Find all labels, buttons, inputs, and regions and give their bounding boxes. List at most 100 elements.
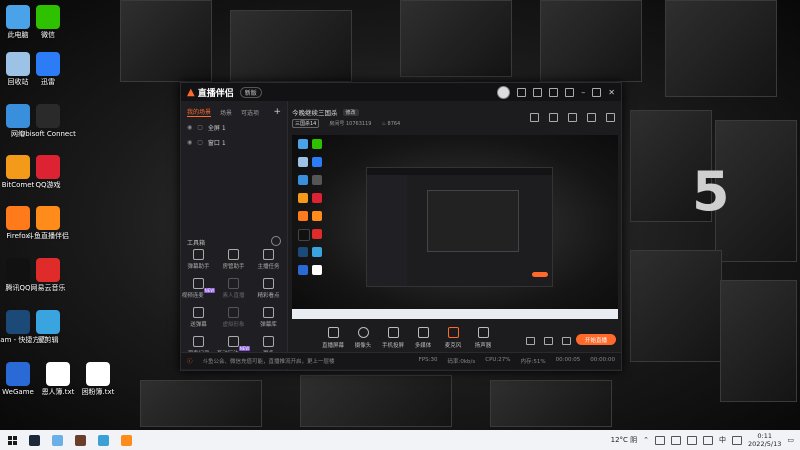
scene-panel: 我的场景 场景 可选项 + ◉ ▢ 全屏 1 ◉ ▢ 窗口 1 工具箱 弹幕助手… xyxy=(181,101,288,370)
desktop-icon[interactable]: 网易云音乐 xyxy=(18,258,78,293)
start-button[interactable] xyxy=(8,435,17,445)
camera-icon xyxy=(357,327,369,338)
speaker-icon xyxy=(477,327,489,338)
control-camera[interactable]: 摄像头 xyxy=(348,327,378,349)
eye-icon[interactable]: ◉ xyxy=(187,139,192,146)
tool-item[interactable]: 房管助手 xyxy=(216,249,251,270)
lock-icon[interactable]: ▢ xyxy=(197,124,203,131)
category-selector[interactable]: 三国杀14 xyxy=(292,119,320,128)
tool-item[interactable]: 视频连麦NEW xyxy=(181,278,216,299)
desktop-icon-label: 困粉簿.txt xyxy=(81,388,115,396)
app-taskbar-icon[interactable] xyxy=(98,434,109,446)
tool-item[interactable]: 弹幕助手 xyxy=(181,249,216,270)
wallpaper-cube xyxy=(140,380,262,427)
desktop-icon[interactable]: 爱剪辑 xyxy=(18,310,78,345)
stream-preview[interactable] xyxy=(292,135,618,319)
keyboard-icon[interactable] xyxy=(732,435,743,445)
gift-icon[interactable] xyxy=(549,113,558,122)
tool-item[interactable]: 虚拟形象 xyxy=(216,307,251,328)
preview-desktop-icon xyxy=(298,139,308,149)
game-taskbar-icon[interactable] xyxy=(75,434,86,446)
stats-icon[interactable] xyxy=(606,113,615,122)
version-badge[interactable]: 新版 xyxy=(239,86,262,98)
settings-icon[interactable] xyxy=(549,88,559,97)
douyu-taskbar-icon[interactable] xyxy=(121,434,132,446)
edit-room-button[interactable]: 修改 xyxy=(342,108,359,116)
start-live-button[interactable]: 开始直播 xyxy=(576,334,616,345)
qqgame-icon xyxy=(36,155,60,179)
desktop-icon[interactable]: 斗鱼直播伴侣 xyxy=(18,206,78,241)
minimize-icon[interactable]: – xyxy=(581,88,585,97)
preview-live-button xyxy=(532,272,548,277)
chevron-up-icon[interactable]: ⌃ xyxy=(643,436,649,444)
tool-label: 房管助手 xyxy=(222,264,245,270)
volume-icon[interactable] xyxy=(703,435,714,445)
title-bar: ▲ 直播伴侣 新版 – ✕ xyxy=(181,83,621,101)
wechat-icon xyxy=(36,5,60,29)
room-title[interactable]: 今晚继续三国杀 xyxy=(292,107,338,117)
avatar[interactable] xyxy=(497,86,511,99)
preview-desktop-icon xyxy=(298,175,308,185)
chat-icon[interactable] xyxy=(533,88,543,97)
netease-music-icon xyxy=(36,258,60,282)
record-icon[interactable] xyxy=(526,337,535,345)
tab-scene[interactable]: 场景 xyxy=(220,108,232,117)
share-icon[interactable] xyxy=(530,113,539,122)
desktop-icon[interactable]: QQ游戏 xyxy=(18,155,78,190)
toolbox-more-icon[interactable] xyxy=(271,236,281,246)
bell-icon[interactable] xyxy=(587,113,596,122)
source-item[interactable]: ◉ ▢ 窗口 1 xyxy=(181,135,287,150)
gear-icon[interactable] xyxy=(562,337,571,345)
cloud-icon[interactable] xyxy=(655,435,666,445)
eye-toggle-icon[interactable] xyxy=(544,337,553,345)
clock[interactable]: 0:11 2022/5/13 xyxy=(748,432,781,448)
wegame-icon xyxy=(6,362,30,386)
tool-icon xyxy=(228,249,239,260)
input-language[interactable]: 中 xyxy=(719,435,726,445)
wifi-icon[interactable] xyxy=(687,435,698,445)
toolbox-grid: 弹幕助手房管助手主播任务视频连麦NEW素人直播精彩看点送弹幕虚拟形象弹幕库观看记… xyxy=(181,249,287,357)
desktop-icon[interactable]: 微信 xyxy=(18,5,78,40)
desktop-icon-label: 网易云音乐 xyxy=(30,284,66,292)
control-phone-cast[interactable]: 手机投屏 xyxy=(378,327,408,349)
control-screen[interactable]: 直播屏幕 xyxy=(318,327,348,349)
heat-icon: ♨ xyxy=(381,120,386,127)
warning-icon: ⓘ xyxy=(187,359,193,365)
desktop-icon[interactable]: 迅雷 xyxy=(18,52,78,87)
desktop-icon[interactable]: 困粉簿.txt xyxy=(68,362,128,397)
add-scene-icon[interactable]: + xyxy=(273,107,281,117)
battery-icon[interactable] xyxy=(671,435,682,445)
tool-item[interactable]: 弹幕库 xyxy=(251,307,286,328)
menu-icon[interactable] xyxy=(565,88,575,97)
network-taskbar-icon[interactable] xyxy=(52,434,63,446)
control-microphone[interactable]: 麦克风 xyxy=(438,327,468,349)
tool-item[interactable]: 送弹幕 xyxy=(181,307,216,328)
eye-icon[interactable]: ◉ xyxy=(187,124,192,131)
preview-nested-sidebar xyxy=(367,175,407,286)
new-badge: NEW xyxy=(238,346,251,351)
tab-my-scene[interactable]: 我的场景 xyxy=(187,107,212,117)
steam-taskbar-icon[interactable] xyxy=(29,434,40,446)
lock-icon[interactable]: ▢ xyxy=(197,139,203,146)
desktop-icon-label: 斗鱼直播伴侣 xyxy=(27,232,69,240)
desktop-icon[interactable]: Ubisoft Connect xyxy=(18,104,78,139)
close-icon[interactable]: ✕ xyxy=(608,88,615,97)
notification-icon[interactable]: ▭ xyxy=(787,436,794,444)
phone-cast-icon xyxy=(387,327,399,338)
mail-icon[interactable] xyxy=(517,88,527,97)
tool-label: 精彩看点 xyxy=(257,293,280,299)
weather-widget[interactable]: 12°C 阴 xyxy=(611,435,638,445)
maximize-icon[interactable] xyxy=(592,88,602,97)
tool-item[interactable]: 主播任务 xyxy=(251,249,286,270)
control-speaker[interactable]: 扬声器 xyxy=(468,327,498,349)
heat-value: 8764 xyxy=(387,120,401,127)
control-media[interactable]: 多媒体 xyxy=(408,327,438,349)
source-item[interactable]: ◉ ▢ 全屏 1 xyxy=(181,120,287,135)
tab-options[interactable]: 可选项 xyxy=(241,108,259,117)
tool-item[interactable]: 素人直播 xyxy=(216,278,251,299)
main-panel: 今晚继续三国杀 修改 三国杀14 房间号 10763119 ♨ 8764 开始直… xyxy=(288,101,621,370)
shield-icon[interactable] xyxy=(568,113,577,122)
new-badge: NEW xyxy=(203,288,216,293)
tool-item[interactable]: 精彩看点 xyxy=(251,278,286,299)
tool-label: 虚拟形象 xyxy=(222,322,245,328)
